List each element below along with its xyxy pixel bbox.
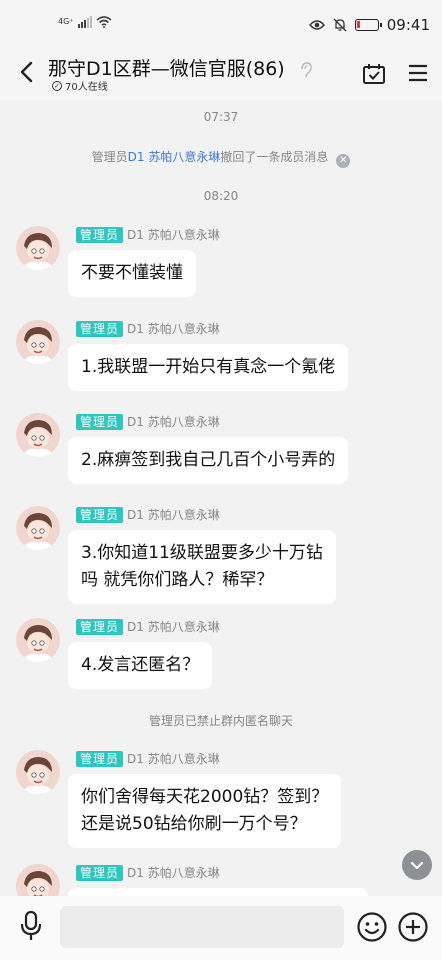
message-meta: 管理员 D1 苏帕八意永琳 bbox=[76, 320, 220, 337]
sender-name[interactable]: D1 苏帕八意永琳 bbox=[127, 320, 220, 337]
timestamp: 07:37 bbox=[203, 110, 239, 124]
avatar[interactable] bbox=[16, 413, 60, 457]
recall-admin-name[interactable]: D1 苏帕八意永琳 bbox=[128, 150, 221, 164]
admin-badge: 管理员 bbox=[76, 226, 124, 243]
online-count[interactable]: ✓ 70人在线 bbox=[52, 78, 108, 93]
chat-header: 那守D1区群—微信官服(86) ✓ 70人在线 bbox=[0, 48, 442, 100]
timestamp: 08:20 bbox=[203, 189, 239, 203]
message-bubble[interactable] bbox=[68, 888, 368, 896]
chevron-down-icon bbox=[410, 861, 424, 870]
recall-notice: 管理员D1 苏帕八意永琳撤回了一条成员消息 ✕ bbox=[0, 148, 442, 168]
message-line: 你们舍得每天花2000钻？签到？ bbox=[81, 787, 329, 807]
emoji-icon[interactable] bbox=[356, 911, 388, 943]
message-bubble[interactable]: 你们舍得每天花2000钻？签到？ 还是说50钻给你刷一万个号？ bbox=[68, 774, 342, 848]
avatar[interactable] bbox=[16, 320, 60, 364]
admin-badge: 管理员 bbox=[76, 413, 124, 430]
message-bubble[interactable]: 4.发言还匿名？ bbox=[68, 642, 213, 689]
microphone-icon[interactable] bbox=[20, 910, 42, 942]
chat-title-row[interactable]: 那守D1区群—微信官服(86) bbox=[48, 54, 313, 81]
check-circle-icon: ✓ bbox=[52, 80, 62, 91]
message-bubble[interactable]: 1.我联盟一开始只有真念一个氪佬 bbox=[68, 344, 349, 391]
recall-prefix: 管理员 bbox=[91, 150, 128, 164]
message-line: 3.你知道11级联盟要多少十万钻 bbox=[81, 543, 323, 563]
admin-badge: 管理员 bbox=[76, 320, 124, 337]
admin-badge: 管理员 bbox=[76, 618, 124, 635]
close-icon[interactable]: ✕ bbox=[336, 154, 351, 168]
sender-name[interactable]: D1 苏帕八意永琳 bbox=[127, 750, 220, 767]
wifi-icon bbox=[95, 16, 112, 28]
sender-name[interactable]: D1 苏帕八意永琳 bbox=[127, 618, 220, 635]
chat-area[interactable]: 07:37 管理员D1 苏帕八意永琳撤回了一条成员消息 ✕ 08:20 管理员 D… bbox=[0, 100, 442, 896]
avatar[interactable] bbox=[16, 506, 60, 550]
message-meta: 管理员 D1 苏帕八意永琳 bbox=[76, 618, 220, 635]
sender-name[interactable]: D1 苏帕八意永琳 bbox=[127, 864, 220, 881]
scroll-to-bottom-button[interactable] bbox=[402, 850, 432, 880]
sender-name[interactable]: D1 苏帕八意永琳 bbox=[127, 226, 220, 243]
eye-icon bbox=[308, 20, 325, 30]
recall-suffix: 撤回了一条成员消息 bbox=[220, 150, 329, 164]
admin-badge: 管理员 bbox=[76, 750, 124, 767]
message-bubble[interactable]: 3.你知道11级联盟要多少十万钻 吗 就凭你们路人？稀罕？ bbox=[68, 530, 336, 604]
clock: 09:41 bbox=[386, 16, 430, 34]
message-meta: 管理员 D1 苏帕八意永琳 bbox=[76, 413, 220, 430]
message-bubble[interactable]: 不要不懂装懂 bbox=[68, 250, 196, 297]
avatar[interactable] bbox=[16, 226, 60, 270]
input-bar bbox=[0, 896, 442, 960]
calendar-check-icon[interactable] bbox=[362, 62, 386, 86]
message-meta: 管理员 D1 苏帕八意永琳 bbox=[76, 750, 220, 767]
network-indicators: 4G⁺ bbox=[58, 16, 112, 28]
status-right: 09:41 bbox=[308, 16, 430, 34]
message-meta: 管理员 D1 苏帕八意永琳 bbox=[76, 226, 220, 243]
network-type-label: 4G⁺ bbox=[58, 17, 74, 26]
ear-icon bbox=[301, 61, 312, 77]
message-meta: 管理员 D1 苏帕八意永琳 bbox=[76, 506, 220, 523]
admin-badge: 管理员 bbox=[76, 864, 124, 881]
message-input[interactable] bbox=[60, 906, 344, 948]
admin-badge: 管理员 bbox=[76, 506, 124, 523]
battery-icon bbox=[354, 19, 382, 31]
online-count-label: 70人在线 bbox=[65, 82, 108, 93]
message-meta: 管理员 D1 苏帕八意永琳 bbox=[76, 864, 220, 881]
sender-name[interactable]: D1 苏帕八意永琳 bbox=[127, 506, 220, 523]
mute-bell-icon bbox=[333, 18, 347, 32]
group-title: 那守D1区群—微信官服(86) bbox=[48, 58, 285, 80]
sender-name[interactable]: D1 苏帕八意永琳 bbox=[127, 413, 220, 430]
plus-circle-icon[interactable] bbox=[397, 911, 429, 943]
signal-icon bbox=[77, 16, 92, 28]
message-line: 还是说50钻给你刷一万个号？ bbox=[81, 814, 307, 834]
avatar[interactable] bbox=[16, 750, 60, 794]
anonymous-disabled-notice: 管理员已禁止群内匿名聊天 bbox=[148, 714, 293, 728]
message-bubble[interactable]: 2.麻痹签到我自己几百个小号弄的 bbox=[68, 437, 349, 484]
status-bar: 4G⁺ 09:41 bbox=[0, 0, 442, 52]
back-arrow-icon[interactable] bbox=[16, 60, 38, 84]
avatar[interactable] bbox=[16, 618, 60, 662]
menu-icon[interactable] bbox=[408, 62, 428, 84]
message-line: 吗 就凭你们路人？稀罕？ bbox=[81, 570, 274, 590]
avatar[interactable] bbox=[16, 864, 60, 896]
